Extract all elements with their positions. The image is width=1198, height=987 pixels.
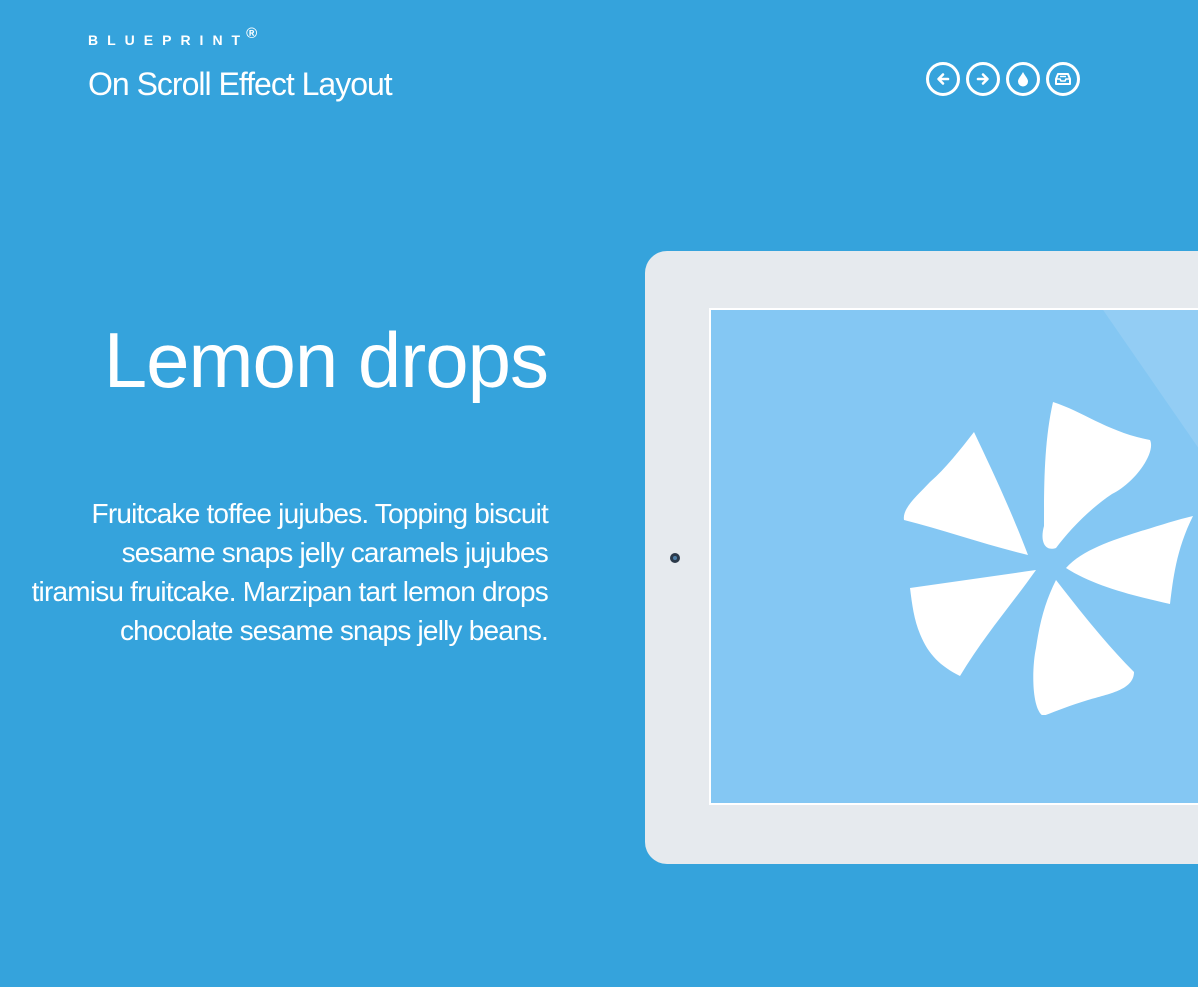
arrow-left-circle-icon — [937, 73, 950, 85]
section-paragraph: Fruitcake toffee jujubes. Topping biscui… — [31, 498, 549, 646]
archive-tray-icon — [1055, 73, 1071, 85]
arrow-right-circle-icon — [976, 73, 989, 85]
header-nav-icons — [926, 62, 1080, 96]
brand-logo[interactable]: BLUEPRINT ® — [88, 25, 392, 52]
drop-button[interactable] — [1006, 62, 1040, 96]
previous-demo-button[interactable] — [926, 62, 960, 96]
tablet-screen — [709, 308, 1198, 805]
registered-mark: ® — [246, 25, 258, 42]
next-demo-button[interactable] — [966, 62, 1000, 96]
site-header: BLUEPRINT ® On Scroll Effect Layout — [88, 25, 393, 104]
drop-icon — [1018, 72, 1028, 87]
pinwheel-flower-icon — [903, 402, 1193, 715]
tablet-device — [645, 251, 1198, 864]
page-title: On Scroll Effect Layout — [88, 66, 393, 102]
section-heading: Lemon drops — [103, 316, 549, 404]
archive-button[interactable] — [1046, 62, 1080, 96]
brand-name[interactable]: BLUEPRINT — [88, 32, 249, 48]
tablet-camera — [670, 553, 680, 563]
